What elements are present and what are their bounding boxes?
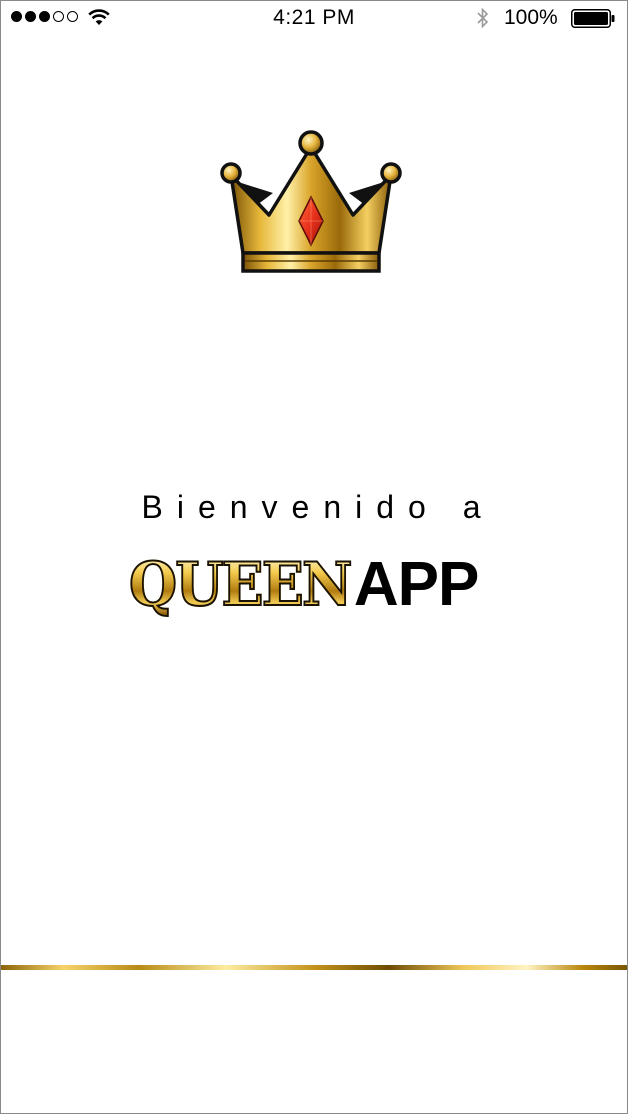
crown-icon: [220, 130, 402, 273]
status-bar: 4:21 PM 100%: [1, 1, 627, 37]
welcome-text: Bienvenido a: [141, 489, 495, 525]
gold-divider: [1, 965, 627, 970]
battery-percent: 100%: [504, 6, 558, 29]
app-screen: 4:21 PM 100% Bienvenido a QUEEN APP: [0, 0, 628, 1114]
brand-logo: QUEEN APP: [128, 545, 509, 620]
brand-name-queen: QUEEN: [128, 550, 353, 620]
brand-name-app: APP: [353, 550, 479, 619]
battery-icon: [571, 9, 615, 28]
bluetooth-icon: [477, 7, 489, 29]
